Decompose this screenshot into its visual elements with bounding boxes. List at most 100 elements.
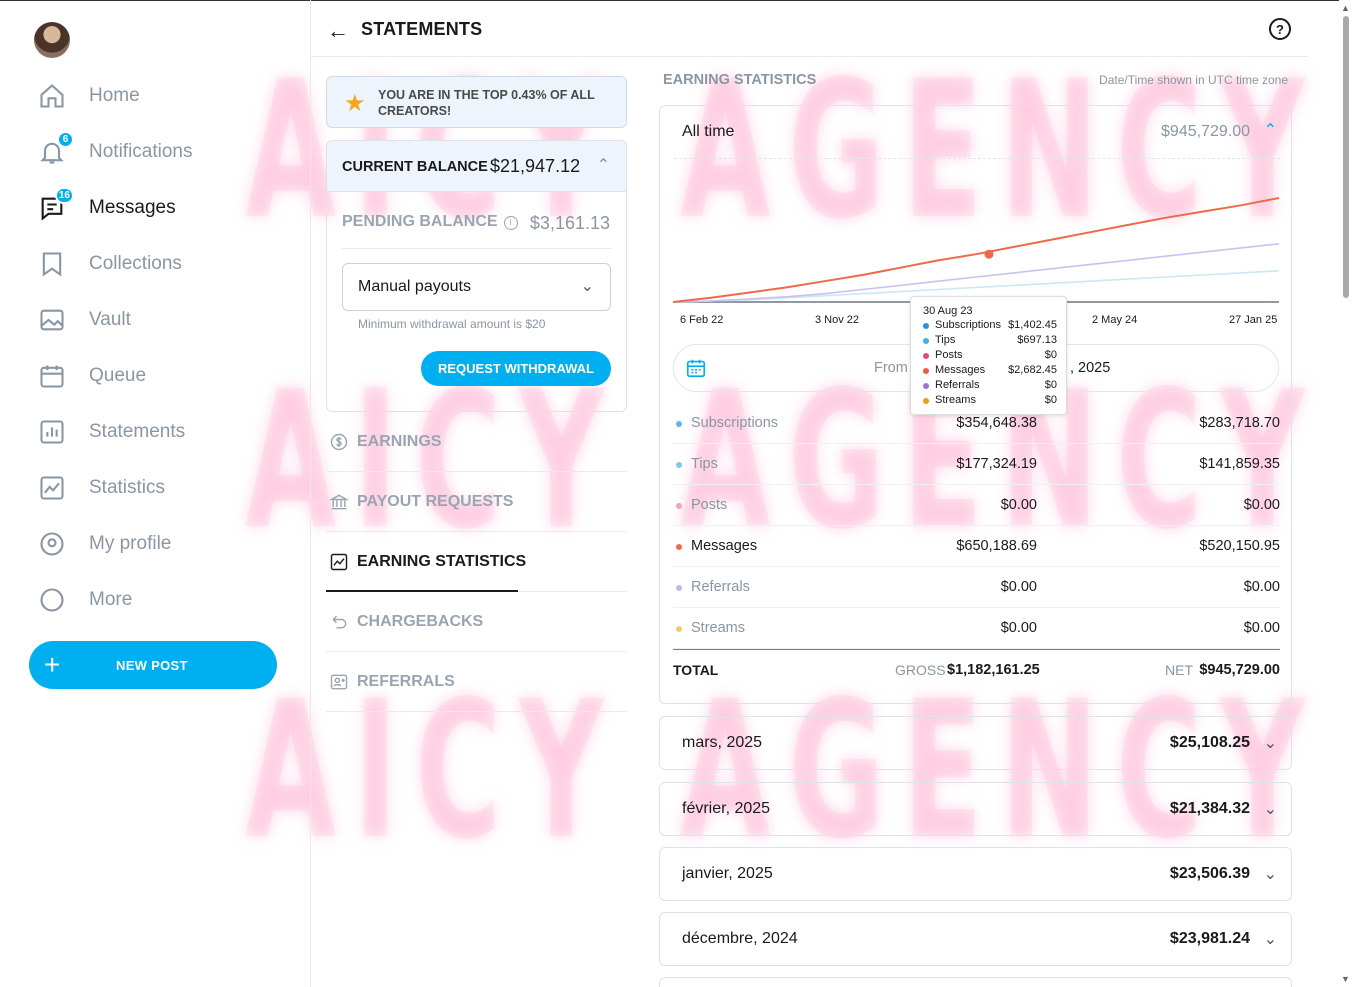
row-name: Tips (691, 456, 718, 472)
scroll-up-arrow-icon[interactable]: ▲ (1341, 3, 1350, 13)
chevron-down-icon: ⌄ (1263, 735, 1277, 752)
series-dot (676, 503, 682, 509)
series-dot (676, 462, 682, 468)
user-plus-icon (328, 671, 350, 693)
tab-referrals[interactable]: REFERRALS (326, 652, 627, 712)
month-row[interactable]: janvier, 2025 $23,506.39 ⌄ (659, 847, 1292, 901)
net-total: $945,729.00 (1199, 662, 1280, 678)
sidebar-item-more[interactable]: More (38, 580, 132, 620)
top-creator-banner: ★ YOU ARE IN THE TOP 0.43% OF ALL CREATO… (326, 76, 627, 128)
month-row[interactable]: décembre, 2024 $23,981.24 ⌄ (659, 912, 1292, 966)
request-withdrawal-button[interactable]: REQUEST WITHDRAWAL (421, 351, 611, 386)
earnings-line-chart[interactable] (673, 188, 1281, 308)
month-label: février, 2025 (682, 800, 771, 817)
sidebar-item-messages[interactable]: 16 Messages (38, 187, 176, 228)
row-gross: $650,188.69 (956, 538, 1037, 554)
tooltip-series-value: $0 (1044, 394, 1057, 406)
x-tick-label: 6 Feb 22 (680, 314, 724, 326)
min-withdrawal-note: Minimum withdrawal amount is $20 (358, 317, 546, 331)
tooltip-series-value: $1,402.45 (1008, 319, 1057, 331)
tab-chargebacks[interactable]: CHARGEBACKS (326, 592, 627, 652)
current-balance-value: $21,947.12 (490, 156, 581, 176)
period-label[interactable]: All time (682, 123, 734, 141)
sidebar-item-label: More (89, 589, 133, 610)
plus-icon: + (44, 649, 61, 680)
chevron-down-icon: ⌄ (1263, 931, 1277, 948)
chart-highlight-point[interactable] (984, 249, 994, 259)
total-label: TOTAL (673, 662, 719, 678)
gross-total: $1,182,161.25 (947, 662, 1040, 678)
tab-payout-requests[interactable]: PAYOUT REQUESTS (326, 472, 627, 532)
x-tick-label: 27 Jan 25 (1229, 314, 1278, 326)
chevron-down-icon: ⌄ (1263, 866, 1277, 883)
trend-icon (38, 474, 66, 502)
tooltip-row: Streams $0 (923, 394, 1057, 408)
pending-balance: PENDING BALANCE i $3,161.13 (342, 213, 612, 249)
sidebar-item-collections[interactable]: Collections (38, 244, 182, 284)
sidebar-item-queue[interactable]: Queue (38, 356, 146, 396)
payout-mode-select[interactable]: Manual payouts ⌄ (342, 263, 611, 311)
tooltip-series-name: Streams (935, 394, 976, 406)
tab-label: PAYOUT REQUESTS (357, 492, 514, 510)
notification-badge: 6 (57, 131, 74, 148)
x-tick-label: 3 Nov 22 (815, 314, 860, 326)
sidebar-item-my-profile[interactable]: My profile (38, 524, 171, 564)
sidebar-item-home[interactable]: Home (38, 76, 140, 116)
chevron-up-icon[interactable]: ⌃ (597, 155, 610, 175)
tab-label: EARNINGS (357, 432, 442, 450)
timezone-note: Date/Time shown in UTC time zone (1099, 73, 1288, 87)
avatar[interactable] (34, 22, 70, 58)
chevron-up-icon[interactable]: ⌃ (1264, 120, 1277, 140)
date-from-label: From (874, 360, 908, 376)
month-row-partial[interactable] (659, 977, 1292, 987)
earnings-row: Messages $650,188.69 $520,150.95 (673, 526, 1280, 567)
sidebar-item-label: Collections (89, 253, 182, 274)
new-post-button[interactable]: + NEW POST (29, 641, 277, 689)
sidebar-item-label: Statistics (89, 477, 166, 498)
series-line-messages (673, 197, 1280, 303)
sidebar-item-label: Queue (89, 365, 147, 386)
series-dot (923, 353, 929, 359)
home-icon (38, 82, 66, 110)
gross-label: GROSS (895, 662, 946, 678)
row-gross: $0.00 (1000, 579, 1037, 595)
row-net: $520,150.95 (1199, 538, 1280, 554)
sidebar-item-notifications[interactable]: 6 Notifications (38, 131, 193, 172)
row-net: $0.00 (1243, 497, 1280, 513)
info-icon[interactable]: i (503, 216, 518, 230)
bar-chart-icon (38, 418, 66, 446)
tab-earning-statistics[interactable]: EARNING STATISTICS (326, 532, 627, 592)
earnings-row: Tips $177,324.19 $141,859.35 (673, 444, 1280, 485)
series-dot (923, 338, 929, 344)
month-row[interactable]: février, 2025 $21,384.32 ⌄ (659, 782, 1292, 836)
current-balance-header[interactable]: CURRENT BALANCE $21,947.12 ⌃ (327, 141, 626, 192)
tooltip-row: Referrals $0 (923, 379, 1057, 393)
sidebar-item-vault[interactable]: Vault (38, 300, 131, 340)
tooltip-series-name: Referrals (935, 379, 980, 391)
tooltip-series-value: $2,682.45 (1008, 364, 1057, 376)
series-dot (676, 421, 682, 427)
scrollbar-thumb[interactable] (1343, 16, 1349, 298)
month-label: janvier, 2025 (682, 865, 773, 882)
sidebar-item-statements[interactable]: Statements (38, 412, 185, 452)
bookmark-icon (38, 250, 66, 278)
month-amount: $21,384.32 (1169, 800, 1250, 817)
scroll-down-arrow-icon[interactable]: ▼ (1341, 974, 1350, 984)
message-icon: 16 (38, 187, 74, 222)
back-arrow-icon[interactable]: ← (327, 18, 349, 44)
pending-balance-value: $3,161.13 (529, 213, 610, 233)
chevron-down-icon: ⌄ (580, 278, 594, 295)
series-dot (923, 398, 929, 404)
tooltip-series-name: Subscriptions (935, 319, 1002, 331)
row-net: $141,859.35 (1199, 456, 1280, 472)
calendar-icon[interactable] (685, 357, 707, 379)
help-icon[interactable]: ? (1269, 18, 1291, 40)
x-tick-label: 2 May 24 (1092, 314, 1138, 326)
row-gross: $0.00 (1000, 620, 1037, 636)
calendar-icon (38, 362, 66, 390)
statements-menu: EARNINGS PAYOUT REQUESTS EARNING STATIST… (326, 412, 627, 712)
month-row[interactable]: mars, 2025 $25,108.25 ⌄ (659, 716, 1292, 770)
month-label: décembre, 2024 (682, 930, 798, 947)
sidebar-item-statistics[interactable]: Statistics (38, 468, 165, 508)
tab-earnings[interactable]: EARNINGS (326, 412, 627, 472)
